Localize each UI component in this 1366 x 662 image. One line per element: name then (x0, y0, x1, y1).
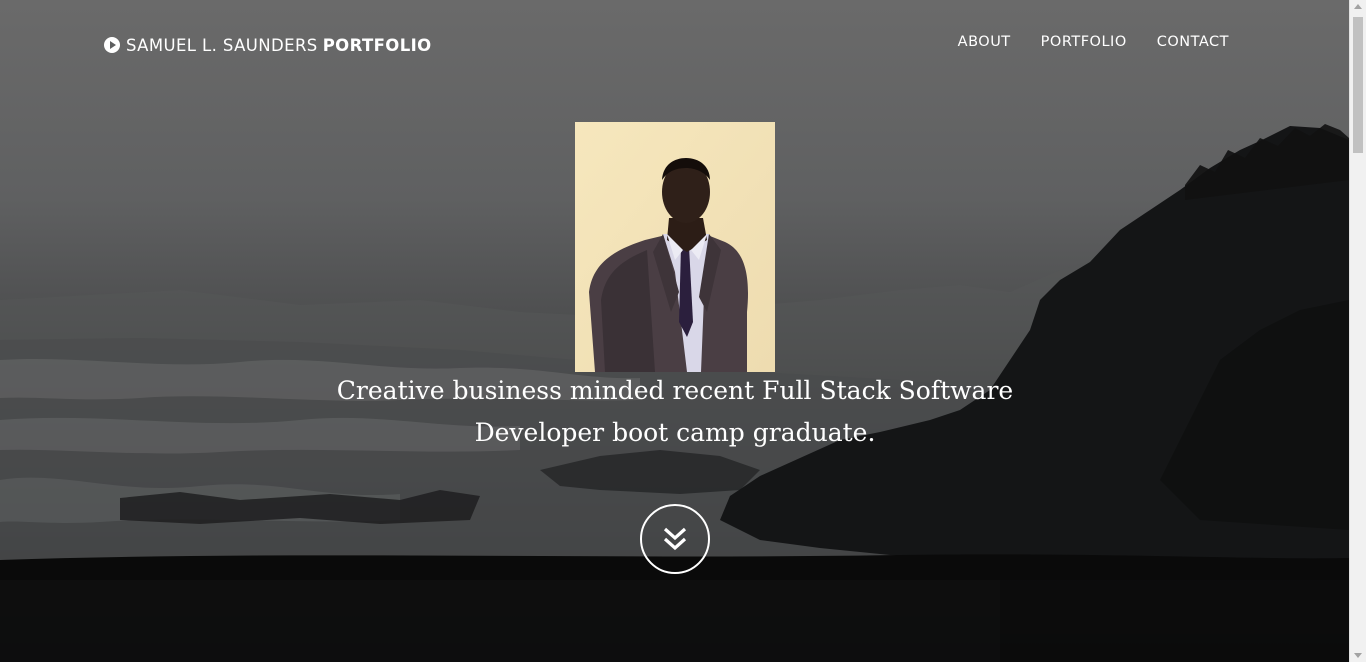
play-circle-icon (104, 37, 120, 53)
hero-tagline: Creative business minded recent Full Sta… (325, 370, 1025, 454)
tagline-line-2: Developer boot camp graduate. (474, 418, 876, 447)
brand-name: SAMUEL L. SAUNDERS (126, 35, 318, 55)
main-nav: ABOUT PORTFOLIO CONTACT (958, 34, 1229, 50)
double-chevron-down-icon (663, 527, 687, 551)
brand-link[interactable]: SAMUEL L. SAUNDERS PORTFOLIO (104, 34, 432, 56)
profile-photo (575, 122, 775, 372)
brand-strong: PORTFOLIO (322, 35, 432, 55)
scrollbar-thumb[interactable] (1353, 17, 1363, 153)
scroll-down-arrow-icon[interactable] (1354, 653, 1362, 658)
nav-link-contact[interactable]: CONTACT (1157, 34, 1229, 50)
tagline-line-1: Creative business minded recent Full Sta… (336, 376, 1014, 405)
page: SAMUEL L. SAUNDERS PORTFOLIO ABOUT PORTF… (0, 0, 1366, 662)
vertical-scrollbar[interactable] (1349, 0, 1366, 662)
profile-portrait (575, 122, 775, 372)
scroll-down-button[interactable] (640, 504, 710, 574)
scroll-up-arrow-icon[interactable] (1354, 4, 1362, 9)
nav-link-about[interactable]: ABOUT (958, 34, 1011, 50)
navbar: SAMUEL L. SAUNDERS PORTFOLIO ABOUT PORTF… (0, 0, 1349, 90)
nav-link-portfolio[interactable]: PORTFOLIO (1041, 34, 1127, 50)
